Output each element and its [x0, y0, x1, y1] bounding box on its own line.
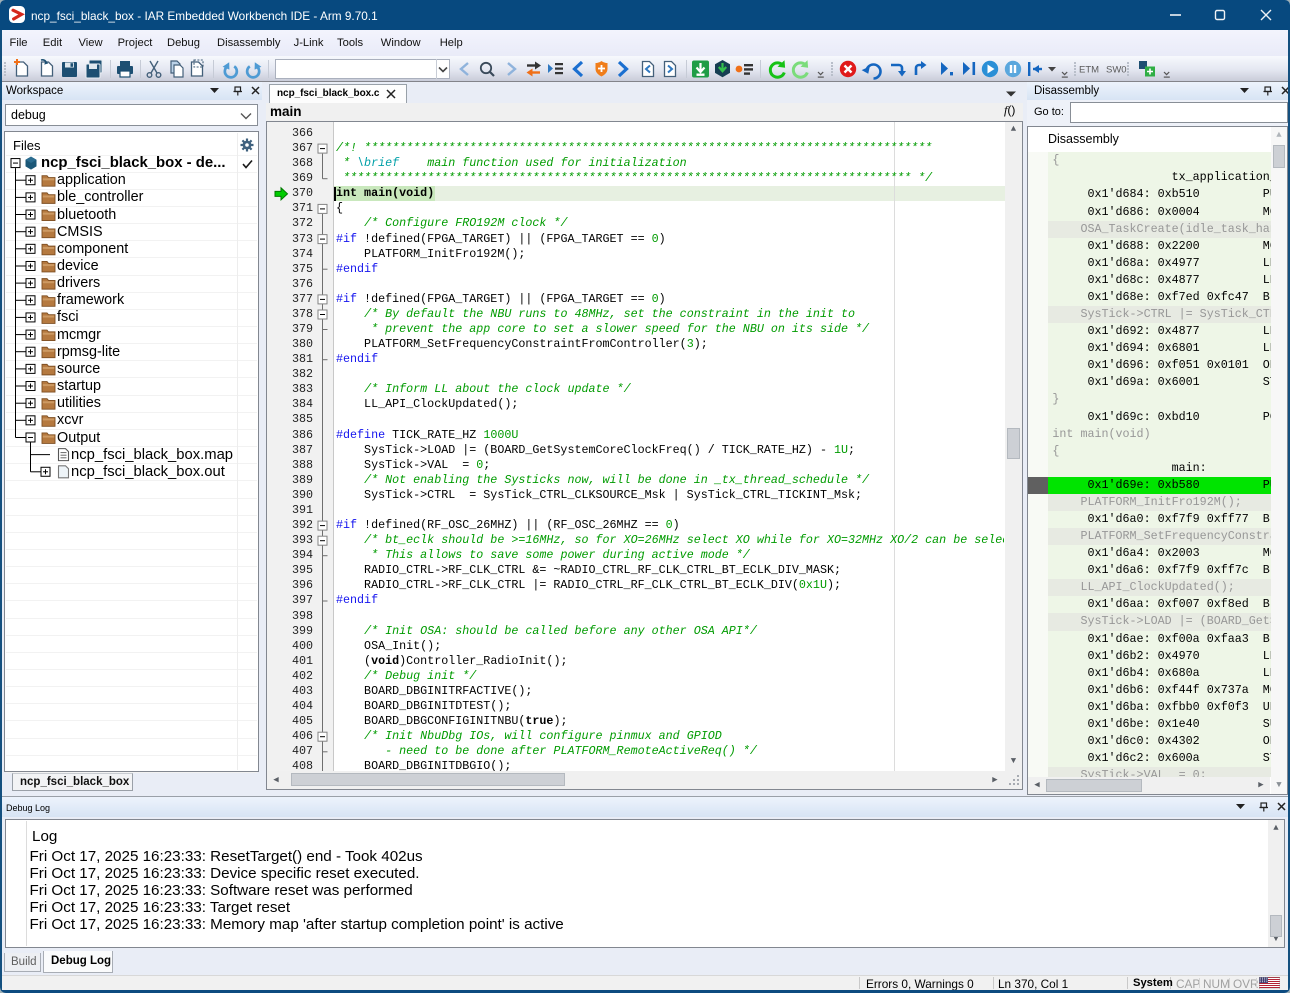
svg-text:ETM: ETM — [1079, 65, 1099, 76]
svg-text:SW0: SW0 — [1106, 65, 1127, 76]
